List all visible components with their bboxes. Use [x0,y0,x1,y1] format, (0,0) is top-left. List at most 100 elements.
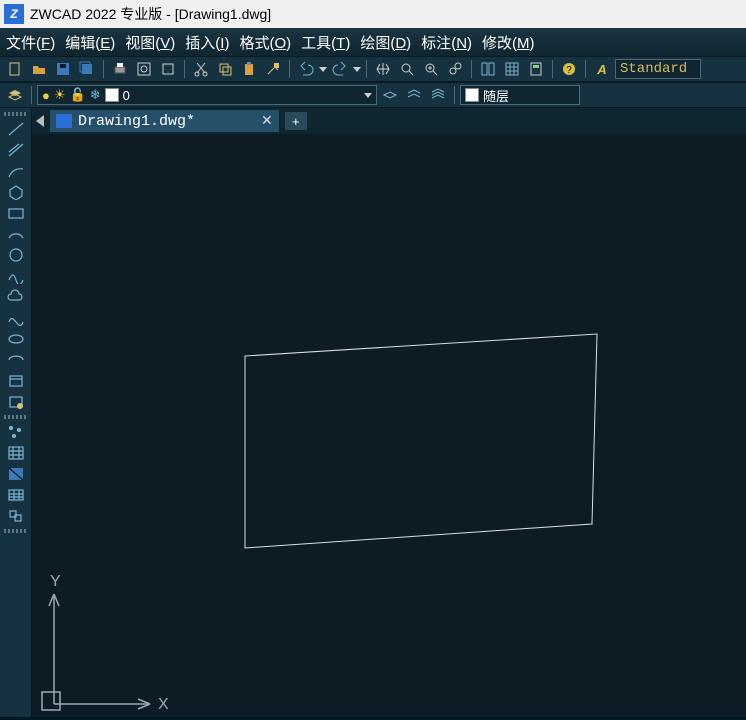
arc2-tool[interactable] [2,224,30,244]
copy-icon[interactable] [214,58,236,80]
color-swatch [465,88,479,102]
canvas-area: Drawing1.dwg* ✕ + Y X [32,108,746,717]
separator [552,60,553,78]
menu-edit[interactable]: 编辑(E) [65,32,115,53]
menu-tools[interactable]: 工具(T) [301,32,350,53]
title-bar: Z ZWCAD 2022 专业版 - [Drawing1.dwg] [0,0,746,28]
menu-modify[interactable]: 修改(M) [482,32,535,53]
menu-insert[interactable]: 插入(I) [185,32,229,53]
textstyle-icon[interactable]: A [591,58,613,80]
rectangle-tool[interactable] [2,203,30,223]
new-tab-button[interactable]: + [285,112,307,130]
sun-icon: ☀ [54,87,66,103]
pan-icon[interactable] [372,58,394,80]
text-style-value: Standard [620,61,687,77]
calc-icon[interactable] [525,58,547,80]
redo-icon[interactable] [329,58,351,80]
point-tool[interactable] [2,422,30,442]
save-icon[interactable] [52,58,74,80]
layer-color-swatch [105,88,119,102]
cloud-tool[interactable] [2,287,30,307]
svg-text:?: ? [566,65,572,76]
preview-icon[interactable] [133,58,155,80]
window-title: ZWCAD 2022 专业版 - [Drawing1.dwg] [30,4,271,24]
layer-name: 0 [123,88,130,103]
laymgr1-icon[interactable] [379,84,401,106]
workspace: Drawing1.dwg* ✕ + Y X [0,108,746,717]
text-style-combo[interactable]: Standard [615,59,701,79]
drawing-viewport[interactable]: Y X [32,134,746,717]
bylayer-label: 随层 [483,86,509,105]
undo-dropdown[interactable] [319,67,327,72]
cut-icon[interactable] [190,58,212,80]
ray-tool[interactable] [2,140,30,160]
separator [454,86,455,104]
open-icon[interactable] [28,58,50,80]
plus-icon: + [292,114,300,129]
layer-dropdown-arrow[interactable] [364,93,372,98]
table-icon[interactable] [501,58,523,80]
layer-toolbar: ● ☀ 🔓 ❄ 0 随层 [0,82,746,108]
zoomwin-icon[interactable] [420,58,442,80]
axis-y-label: Y [50,573,61,590]
new-icon[interactable] [4,58,26,80]
standard-toolbar: ? A Standard [0,56,746,82]
saveall-icon[interactable] [76,58,98,80]
laymgr2-icon[interactable] [403,84,425,106]
menu-file[interactable]: 文件(F) [6,32,55,53]
document-tabbar: Drawing1.dwg* ✕ + [32,108,746,134]
lock-icon: 🔓 [70,87,86,103]
block2-tool[interactable] [2,392,30,412]
ellipsearc-tool[interactable] [2,350,30,370]
layer-combo[interactable]: ● ☀ 🔓 ❄ 0 [37,85,377,105]
plot-icon[interactable] [157,58,179,80]
polygon-tool[interactable] [2,182,30,202]
region-tool[interactable] [2,506,30,526]
laymgr3-icon[interactable] [427,84,449,106]
match-icon[interactable] [262,58,284,80]
help-icon[interactable]: ? [558,58,580,80]
separator [585,60,586,78]
toolbox-grip[interactable] [4,529,28,533]
axis-x-label: X [158,696,169,713]
menu-dim[interactable]: 标注(N) [421,32,472,53]
document-name: Drawing1.dwg* [78,113,195,130]
gradient-tool[interactable] [2,464,30,484]
redo-dropdown[interactable] [353,67,361,72]
draw-toolbox [0,108,32,717]
block-tool[interactable] [2,371,30,391]
hatch-tool[interactable] [2,443,30,463]
arc-tool[interactable] [2,161,30,181]
separator [289,60,290,78]
bylayer-combo[interactable]: 随层 [460,85,580,105]
table-tool[interactable] [2,485,30,505]
separator [184,60,185,78]
undo-icon[interactable] [295,58,317,80]
props-icon[interactable] [477,58,499,80]
ellipse-tool[interactable] [2,329,30,349]
dwg-icon [56,114,72,128]
line-tool[interactable] [2,119,30,139]
separator [471,60,472,78]
spline-tool[interactable] [2,308,30,328]
separator [103,60,104,78]
menu-format[interactable]: 格式(O) [239,32,291,53]
print-icon[interactable] [109,58,131,80]
circle-tool[interactable] [2,245,30,265]
separator [31,86,32,104]
tab-menu-icon[interactable] [36,115,44,127]
spline2-tool[interactable] [2,266,30,286]
layeriso-icon[interactable] [4,84,26,106]
paste-icon[interactable] [238,58,260,80]
menu-bar: 文件(F) 编辑(E) 视图(V) 插入(I) 格式(O) 工具(T) 绘图(D… [0,28,746,56]
close-tab-icon[interactable]: ✕ [261,113,273,130]
app-icon: Z [4,4,24,24]
toolbox-grip[interactable] [4,415,28,419]
menu-view[interactable]: 视图(V) [125,32,175,53]
toolbox-grip[interactable] [4,112,28,116]
document-tab[interactable]: Drawing1.dwg* ✕ [50,110,279,132]
bulb-icon: ● [42,88,50,103]
menu-draw[interactable]: 绘图(D) [360,32,411,53]
zoom-icon[interactable] [396,58,418,80]
zoomall-icon[interactable] [444,58,466,80]
